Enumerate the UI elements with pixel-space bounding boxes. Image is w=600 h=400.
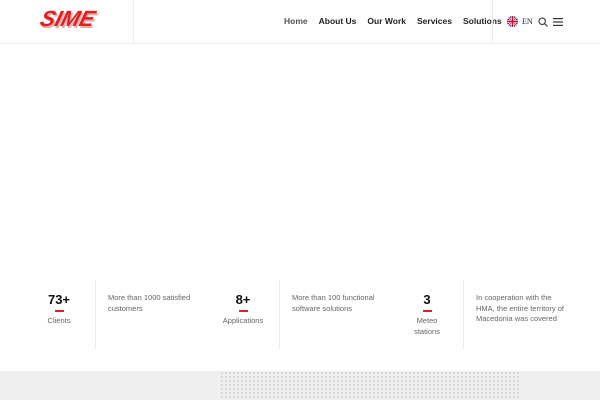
logo-cell: SIME SIME bbox=[0, 0, 134, 44]
nav-our-work[interactable]: Our Work bbox=[367, 16, 406, 26]
stat-divider bbox=[279, 280, 280, 350]
stat-value-applications: 8+ bbox=[235, 292, 251, 307]
hamburger-menu-icon[interactable] bbox=[553, 18, 563, 26]
nav-solutions[interactable]: Solutions bbox=[463, 16, 502, 26]
stat-divider bbox=[95, 280, 96, 350]
stat-label-clients: Clients bbox=[47, 316, 71, 325]
stat-value-clients: 73+ bbox=[47, 292, 71, 307]
footer-band bbox=[0, 371, 600, 400]
main-nav: Home About Us Our Work Services Solution… bbox=[284, 16, 502, 26]
nav-home[interactable]: Home bbox=[284, 16, 308, 26]
sime-logo[interactable]: SIME SIME bbox=[34, 7, 122, 35]
stat-divider bbox=[463, 280, 464, 350]
stat-value-meteo-stations: 3 bbox=[423, 292, 431, 307]
stat-description-meteo-stations: In cooperation with the HMA, the entire … bbox=[476, 293, 564, 323]
stat-label-applications: Applications bbox=[222, 316, 264, 325]
stat-label-meteo-stations: Meteo stations bbox=[414, 316, 440, 336]
stats-section: 73+ Clients More than 1000 satisfied cus… bbox=[0, 280, 600, 350]
uk-flag-icon[interactable] bbox=[507, 16, 518, 27]
stat-description-clients: More than 1000 satisfied customers bbox=[108, 293, 191, 313]
search-icon[interactable] bbox=[538, 17, 548, 27]
nav-about-us[interactable]: About Us bbox=[319, 16, 357, 26]
dot-pattern bbox=[220, 371, 520, 400]
language-selector[interactable]: EN bbox=[522, 17, 533, 26]
stat-underline bbox=[423, 310, 432, 312]
logo-text: SIME bbox=[38, 7, 99, 31]
header-divider bbox=[492, 0, 493, 44]
nav-services[interactable]: Services bbox=[417, 16, 452, 26]
stat-underline bbox=[239, 310, 248, 312]
stat-underline bbox=[55, 310, 64, 312]
stat-description-applications: More than 100 functional software soluti… bbox=[292, 293, 375, 313]
site-header: SIME SIME Home About Us Our Work Service… bbox=[0, 0, 600, 44]
